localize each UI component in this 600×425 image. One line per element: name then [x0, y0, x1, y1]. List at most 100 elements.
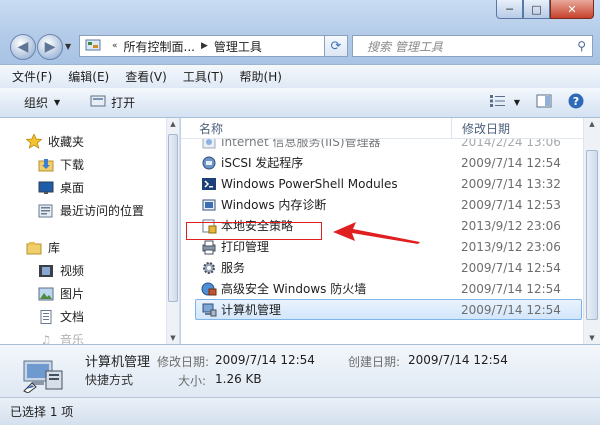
- scroll-up-icon[interactable]: ▲: [167, 120, 179, 128]
- file-date: 2013/9/12 23:06: [461, 218, 561, 233]
- preview-pane-button[interactable]: [536, 94, 552, 111]
- list-item[interactable]: Windows 内存诊断 2009/7/14 12:53: [181, 194, 600, 215]
- nav-music-label: 音乐: [60, 333, 85, 344]
- back-arrow-icon: ◀: [17, 39, 29, 55]
- file-date: 2009/7/14 12:54: [461, 155, 561, 170]
- file-name: Windows PowerShell Modules: [221, 176, 398, 191]
- nav-music[interactable]: ♫ 音乐: [0, 328, 179, 345]
- computer-management-icon: [201, 302, 217, 318]
- help-button[interactable]: ?: [568, 93, 584, 112]
- breadcrumb-separator-icon[interactable]: ▶: [201, 41, 208, 51]
- view-list-icon: [489, 95, 506, 110]
- downloads-folder-icon: [38, 158, 54, 172]
- nav-libraries-label: 库: [48, 241, 61, 255]
- column-header-date[interactable]: 修改日期: [451, 118, 510, 139]
- control-panel-icon: [84, 39, 102, 53]
- nav-downloads[interactable]: 下载: [0, 153, 179, 176]
- search-icon[interactable]: ⚲: [577, 39, 586, 53]
- powershell-icon: [201, 176, 217, 192]
- search-input[interactable]: 搜索 管理工具 ⚲: [352, 35, 593, 57]
- open-label: 打开: [111, 96, 136, 110]
- breadcrumb-control-panel[interactable]: 所有控制面...: [124, 38, 195, 55]
- open-button[interactable]: 打开: [90, 94, 135, 111]
- chevron-down-icon: ▼: [54, 98, 61, 107]
- list-item[interactable]: 高级安全 Windows 防火墙 2009/7/14 12:54: [181, 278, 600, 299]
- open-icon: [90, 94, 106, 111]
- menu-help[interactable]: 帮助(H): [240, 68, 282, 85]
- videos-icon: [38, 264, 54, 278]
- address-overflow[interactable]: «: [112, 41, 118, 51]
- nav-favorites[interactable]: 收藏夹: [0, 130, 179, 153]
- nav-scroll-thumb[interactable]: [168, 134, 178, 302]
- command-bar: 组织 ▼ 打开 ▼ ?: [0, 88, 600, 118]
- nav-libraries[interactable]: 库: [0, 236, 179, 259]
- details-size-label: 大小:: [178, 374, 207, 388]
- close-button[interactable]: ✕: [550, 0, 594, 19]
- organize-button[interactable]: 组织 ▼: [24, 94, 60, 111]
- nav-desktop-label: 桌面: [60, 181, 85, 195]
- memory-diagnostic-icon: [201, 197, 217, 213]
- menu-edit[interactable]: 编辑(E): [68, 68, 109, 85]
- nav-desktop[interactable]: 桌面: [0, 176, 179, 199]
- details-modified-value: 2009/7/14 12:54: [215, 353, 315, 367]
- caption-buttons: ─ □ ✕: [496, 0, 594, 19]
- nav-recent-places[interactable]: 最近访问的位置: [0, 199, 179, 222]
- status-text: 已选择 1 项: [10, 405, 74, 419]
- recent-pages-dropdown[interactable]: ▼: [65, 42, 71, 51]
- nav-pictures[interactable]: 图片: [0, 282, 179, 305]
- details-created-label: 创建日期:: [348, 355, 401, 369]
- menu-tools[interactable]: 工具(T): [183, 68, 224, 85]
- scroll-down-icon[interactable]: ▼: [584, 334, 600, 342]
- organize-label: 组织: [24, 96, 49, 110]
- file-date: 2009/7/14 13:32: [461, 176, 561, 191]
- list-item-selected[interactable]: 计算机管理 2009/7/14 12:54: [195, 299, 582, 320]
- file-name: Windows 内存诊断: [221, 198, 327, 212]
- list-item[interactable]: 服务 2009/7/14 12:54: [181, 257, 600, 278]
- maximize-button[interactable]: □: [523, 0, 550, 19]
- refresh-icon: ⟳: [330, 38, 342, 54]
- forward-button[interactable]: ▶: [37, 34, 63, 60]
- firewall-icon: [201, 281, 217, 297]
- list-item[interactable]: iSCSI 发起程序 2009/7/14 12:54: [181, 152, 600, 173]
- back-button[interactable]: ◀: [10, 34, 36, 60]
- computer-management-large-icon: [22, 351, 66, 394]
- help-icon: ?: [568, 93, 584, 112]
- column-header-name[interactable]: 名称: [199, 120, 223, 137]
- details-name: 计算机管理: [85, 355, 151, 370]
- music-icon: ♫: [40, 332, 52, 345]
- scroll-down-icon[interactable]: ▼: [167, 334, 179, 342]
- file-date: 2009/7/14 12:54: [461, 281, 561, 296]
- file-date: 2009/7/14 12:53: [461, 197, 561, 212]
- nav-downloads-label: 下载: [60, 158, 85, 172]
- nav-documents[interactable]: 文档: [0, 305, 179, 328]
- file-name: 高级安全 Windows 防火墙: [221, 282, 367, 296]
- libraries-icon: [26, 241, 42, 255]
- menu-view[interactable]: 查看(V): [125, 68, 167, 85]
- recent-places-icon: [38, 204, 54, 218]
- annotation-highlight-box: [186, 222, 322, 240]
- refresh-button[interactable]: ⟳: [324, 35, 348, 57]
- breadcrumb-admin-tools[interactable]: 管理工具: [214, 38, 262, 55]
- nav-videos[interactable]: 视频: [0, 259, 179, 282]
- nav-recent-places-label: 最近访问的位置: [60, 204, 145, 218]
- star-icon: [26, 134, 42, 149]
- details-created-value: 2009/7/14 12:54: [408, 353, 508, 367]
- search-placeholder: 搜索 管理工具: [367, 39, 443, 54]
- list-item[interactable]: Windows PowerShell Modules 2009/7/14 13:…: [181, 173, 600, 194]
- file-list-scroll-thumb[interactable]: [586, 150, 598, 320]
- minimize-button[interactable]: ─: [496, 0, 523, 19]
- change-view-button[interactable]: ▼: [489, 95, 520, 110]
- view-controls: ▼ ?: [489, 93, 600, 112]
- nav-scrollbar[interactable]: ▲ ▼: [166, 118, 179, 344]
- navigation-pane: 收藏夹 下载 桌面 最近访问的位置 库 视频 图片 文档 ♫ 音乐 ▲ ▼: [0, 118, 180, 344]
- menu-file[interactable]: 文件(F): [12, 68, 52, 85]
- address-bar[interactable]: « 所有控制面... ▶ 管理工具 ▼: [79, 35, 347, 57]
- documents-icon: [38, 309, 54, 324]
- iscsi-icon: [201, 155, 217, 171]
- preview-pane-icon: [536, 94, 552, 111]
- column-header: 名称 修改日期: [181, 118, 600, 139]
- file-date: 2013/9/12 23:06: [461, 239, 561, 254]
- scroll-up-icon[interactable]: ▲: [584, 120, 600, 128]
- file-list-scrollbar[interactable]: ▲ ▼: [583, 118, 600, 344]
- menu-bar: 文件(F) 编辑(E) 查看(V) 工具(T) 帮助(H): [0, 64, 600, 88]
